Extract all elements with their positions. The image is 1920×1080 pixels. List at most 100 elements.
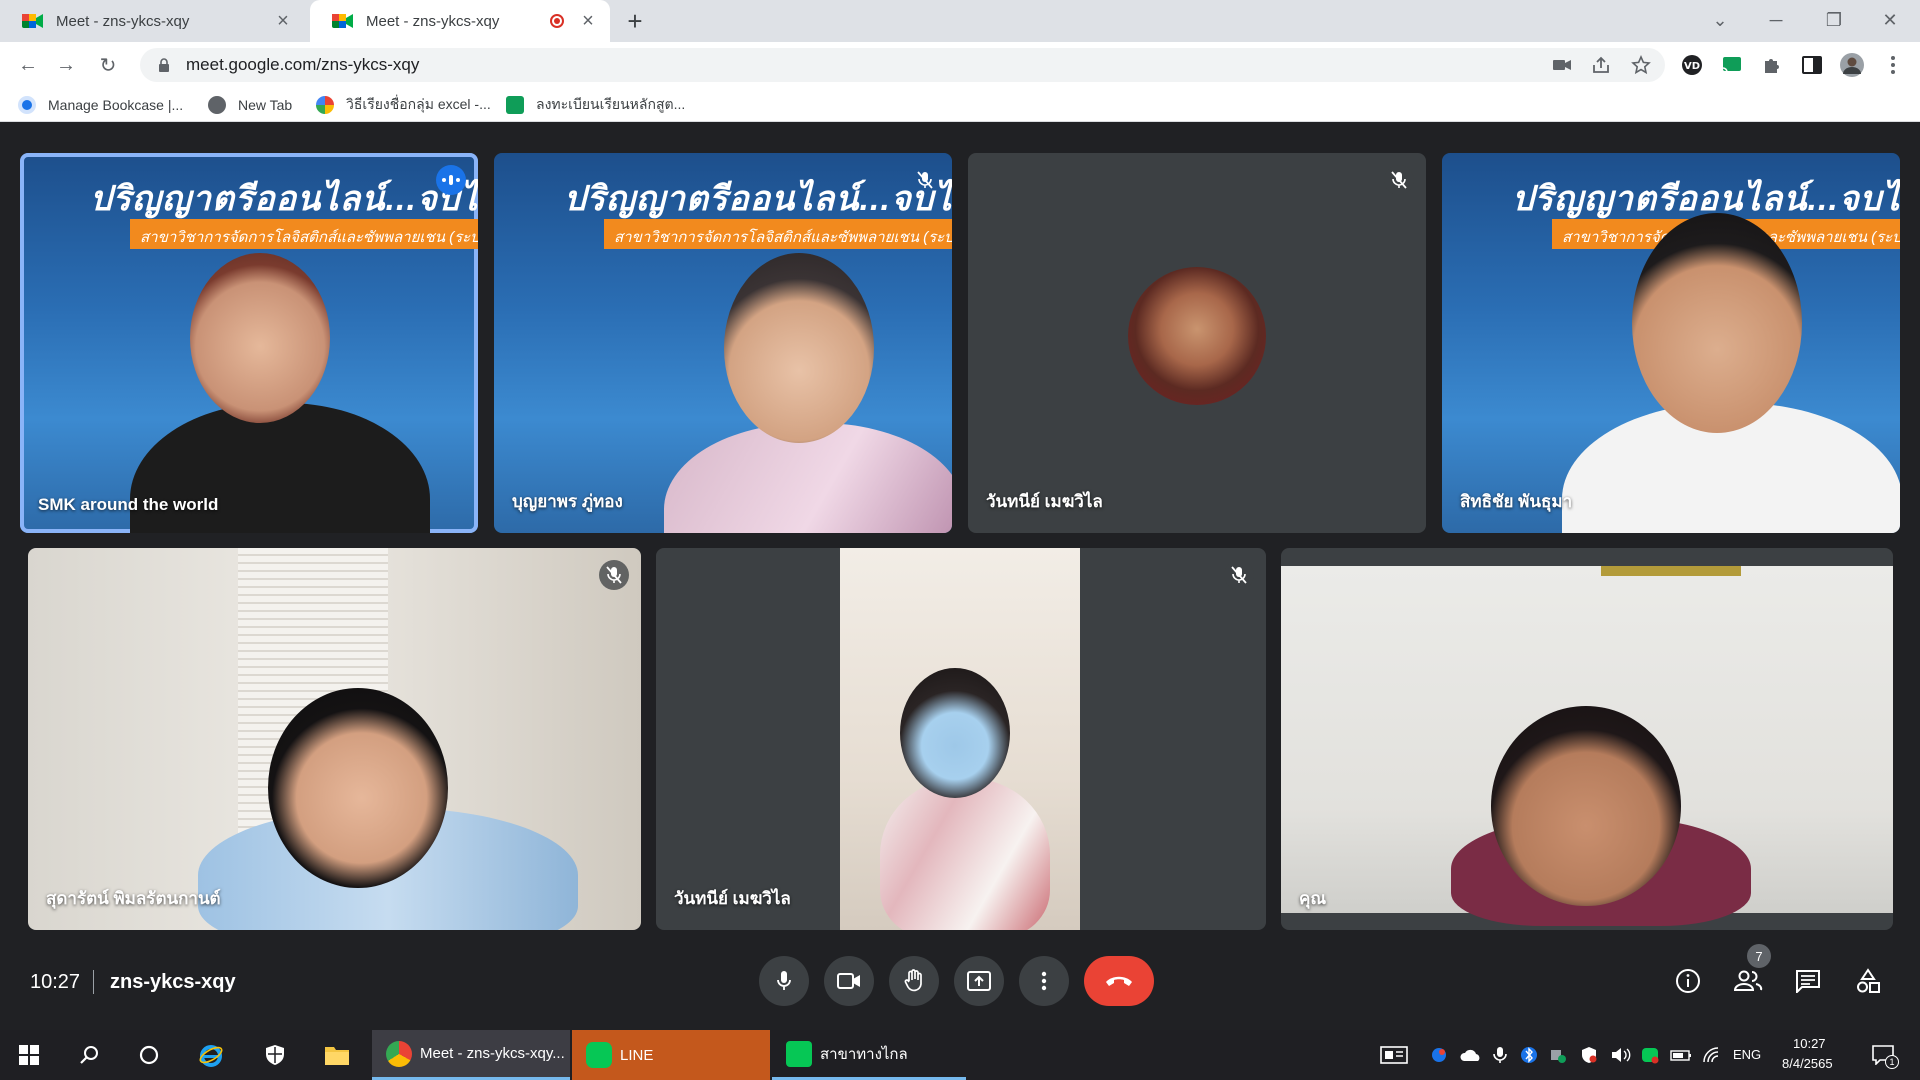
address-bar[interactable]: meet.google.com/zns-ykcs-xqy [140, 48, 1665, 82]
muted-mic-icon [1384, 165, 1414, 195]
more-options-button[interactable] [1019, 956, 1069, 1006]
forward-button[interactable]: → [52, 51, 80, 79]
camera-button[interactable] [824, 956, 874, 1006]
restore-button[interactable]: ❐ [1806, 0, 1862, 40]
meeting-code: zns-ykcs-xqy [110, 971, 236, 993]
cast-icon[interactable] [1719, 52, 1745, 78]
bluetooth-icon[interactable] [1520, 1046, 1538, 1064]
participant-face [900, 668, 1010, 798]
bookmark-item[interactable]: Manage Bookcase |... [18, 95, 183, 115]
tray-app-icon[interactable] [1430, 1046, 1448, 1064]
tab-search-icon[interactable]: ⌄ [1692, 0, 1748, 40]
cortana-button[interactable] [134, 1040, 164, 1070]
onedrive-icon[interactable] [1460, 1046, 1482, 1064]
participant-tile[interactable]: วันทนีย์ เมฆวิไล [968, 153, 1426, 533]
shield-icon [266, 1045, 284, 1065]
shapes-icon [1857, 968, 1880, 993]
participant-tile[interactable]: ปริญญาตรีออนไลน์...จบได้จ สาขาวิชาการจัด… [1442, 153, 1900, 533]
extension-vd-icon[interactable]: VD [1679, 52, 1705, 78]
taskbar-app-group[interactable]: สาขาทางไกล [772, 1030, 966, 1080]
bookmark-item[interactable]: วิธีเรียงชื่อกลุ่ม excel -... [316, 95, 491, 115]
participant-tile[interactable]: วันทนีย์ เมฆวิไล [656, 548, 1266, 930]
file-explorer-button[interactable] [322, 1040, 352, 1070]
input-language[interactable]: ENG [1733, 1047, 1761, 1062]
reload-button[interactable]: ↻ [94, 51, 122, 79]
volume-icon[interactable] [1610, 1046, 1632, 1064]
taskbar-clock-time[interactable]: 10:27 [1793, 1036, 1826, 1051]
camera-permission-icon[interactable] [1549, 52, 1575, 78]
muted-mic-icon [910, 165, 940, 195]
hang-up-icon [1106, 976, 1132, 986]
taskbar-clock-date[interactable]: 8/4/2565 [1782, 1056, 1833, 1071]
url-text: meet.google.com/zns-ykcs-xqy [186, 55, 420, 74]
search-icon [80, 1046, 98, 1064]
microphone-button[interactable] [759, 956, 809, 1006]
mic-tray-icon[interactable] [1491, 1046, 1509, 1064]
participant-tile[interactable]: ปริญญาตรีออนไลน์...จบได้จ สาขาวิชาการจัด… [20, 153, 478, 533]
present-screen-button[interactable] [954, 956, 1004, 1006]
meet-control-bar: 10:27 zns-ykcs-xqy 7 [0, 930, 1920, 1030]
participant-avatar [1128, 267, 1266, 405]
participant-body [880, 778, 1050, 930]
raise-hand-button[interactable] [889, 956, 939, 1006]
participant-tile[interactable]: สุดารัตน์ พิมลรัตนกานต์ [28, 548, 641, 930]
chat-icon [1796, 970, 1820, 993]
bookmark-label: New Tab [238, 97, 293, 113]
meeting-details-button[interactable] [1671, 964, 1705, 998]
close-tab-icon[interactable]: × [578, 10, 598, 32]
participant-name: คุณ [1299, 889, 1327, 908]
folder-icon [325, 1047, 349, 1065]
line-tray-icon[interactable] [1641, 1046, 1659, 1064]
taskbar-app-line[interactable]: LINE [572, 1030, 770, 1080]
bookmark-item[interactable]: New Tab [208, 95, 292, 115]
news-widget-icon[interactable] [1380, 1046, 1408, 1064]
cortana-icon [139, 1045, 159, 1065]
internet-explorer-button[interactable] [196, 1040, 226, 1070]
new-tab-button[interactable]: + [622, 6, 648, 36]
back-button[interactable]: ← [14, 51, 42, 79]
start-button[interactable] [14, 1040, 44, 1070]
participant-name: สิทธิชัย พันธุมา [1460, 492, 1573, 511]
wifi-icon[interactable] [1702, 1046, 1720, 1064]
people-icon [1733, 970, 1763, 991]
close-window-button[interactable]: ✕ [1862, 0, 1918, 40]
defender-tray-icon[interactable] [1580, 1046, 1598, 1064]
ie-icon [199, 1045, 223, 1067]
chrome-menu-icon[interactable] [1880, 52, 1906, 78]
close-tab-icon[interactable]: × [273, 10, 293, 32]
participant-video [840, 548, 1080, 930]
battery-icon[interactable] [1670, 1046, 1692, 1064]
search-button[interactable] [74, 1040, 104, 1070]
camera-icon [837, 973, 860, 989]
activities-button[interactable] [1851, 964, 1885, 998]
participant-face [190, 253, 330, 423]
participant-face [724, 253, 874, 443]
taskbar-app-chrome[interactable]: Meet - zns-ykcs-xqy... [372, 1030, 570, 1080]
self-video [1281, 566, 1893, 926]
participant-name: สุดารัตน์ พิมลรัตนกานต์ [46, 889, 221, 908]
participant-tile[interactable]: ปริญญาตรีออนไลน์...จบได้จ สาขาวิชาการจัด… [494, 153, 952, 533]
self-view-tile[interactable]: คุณ [1281, 548, 1893, 930]
security-button[interactable] [260, 1040, 290, 1070]
windows-security-tray-icon[interactable] [1549, 1046, 1567, 1064]
profile-avatar[interactable] [1839, 52, 1865, 78]
participant-name: วันทนีย์ เมฆวิไล [986, 492, 1103, 511]
meet-favicon-icon [332, 14, 353, 28]
minimize-button[interactable]: ─ [1748, 0, 1804, 40]
bookmark-star-icon[interactable] [1628, 52, 1654, 78]
bookmark-item[interactable]: ลงทะเบียนเรียนหลักสูต... [506, 95, 685, 115]
info-icon [1676, 969, 1700, 993]
recording-icon [550, 14, 564, 28]
chat-button[interactable] [1791, 964, 1825, 998]
side-panel-icon[interactable] [1799, 52, 1825, 78]
browser-tab-active[interactable]: Meet - zns-ykcs-xqy × [310, 0, 610, 42]
sheets-icon [506, 96, 524, 114]
participant-face [268, 688, 448, 888]
people-button[interactable] [1731, 964, 1765, 998]
extensions-puzzle-icon[interactable] [1759, 52, 1785, 78]
share-icon[interactable] [1588, 52, 1614, 78]
action-center-button[interactable]: 1 [1868, 1040, 1899, 1070]
browser-tab[interactable]: Meet - zns-ykcs-xqy × [0, 0, 305, 42]
leave-call-button[interactable] [1084, 956, 1154, 1006]
bookmarks-bar: Manage Bookcase |... New Tab วิธีเรียงชื… [0, 88, 1920, 122]
